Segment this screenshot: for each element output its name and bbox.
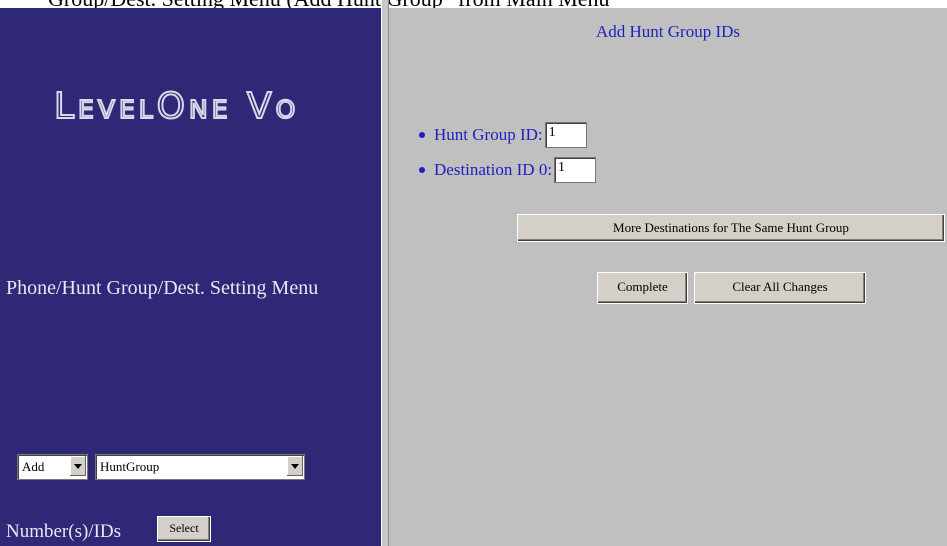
complete-button[interactable]: Complete xyxy=(597,272,688,304)
menu-title: Phone/Hunt Group/Dest. Setting Menu xyxy=(6,277,319,299)
type-select[interactable]: HuntGroup xyxy=(95,454,305,480)
more-destinations-button[interactable]: More Destinations for The Same Hunt Grou… xyxy=(517,214,945,242)
select-button[interactable]: Select xyxy=(157,516,211,542)
destination-row: Destination ID 0: 1 xyxy=(419,157,597,183)
hunt-group-label: Hunt Group ID: xyxy=(434,125,543,144)
page-title: Add Hunt Group IDs xyxy=(595,22,741,41)
action-select[interactable]: Add xyxy=(17,454,88,480)
type-select-value: HuntGroup xyxy=(100,459,160,474)
numbers-label: Number(s)/IDs xyxy=(6,521,122,542)
chevron-down-icon[interactable] xyxy=(69,456,86,476)
destination-id-input[interactable]: 1 xyxy=(554,157,597,183)
hunt-group-row: Hunt Group ID: 1 xyxy=(419,122,587,148)
chevron-down-icon[interactable] xyxy=(286,456,303,476)
left-frame: LevelOne Vo Phone/Hunt Group/Dest. Setti… xyxy=(0,8,381,546)
clear-all-changes-button[interactable]: Clear All Changes xyxy=(694,272,866,304)
bullet-icon xyxy=(419,132,425,138)
levelone-logo: LevelOne Vo xyxy=(53,85,300,128)
frame-divider[interactable] xyxy=(381,0,389,546)
right-frame: Add Hunt Group IDs Hunt Group ID: 1 Dest… xyxy=(389,8,947,546)
hunt-group-id-input[interactable]: 1 xyxy=(544,122,587,148)
destination-label: Destination ID 0: xyxy=(434,160,553,179)
action-select-value: Add xyxy=(22,459,45,474)
bullet-icon xyxy=(419,167,425,173)
